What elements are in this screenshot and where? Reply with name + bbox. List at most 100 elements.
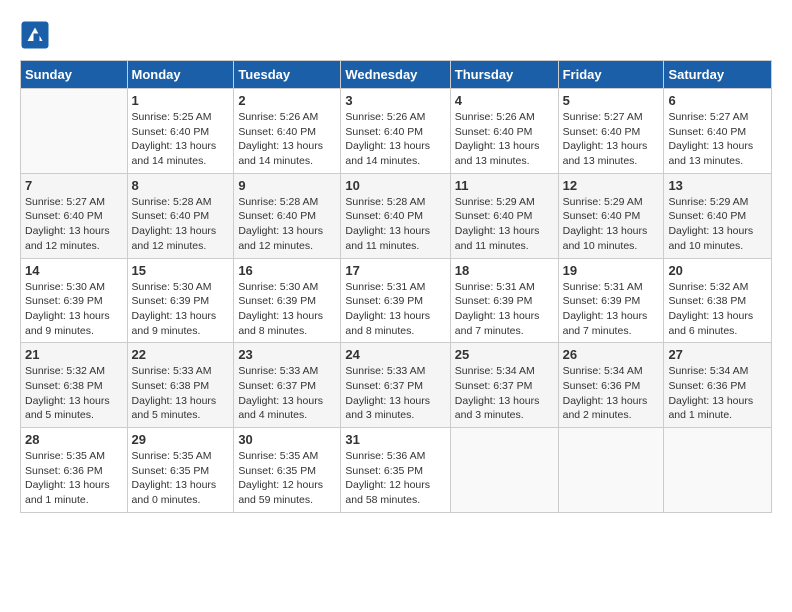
- day-info: Sunrise: 5:35 AM Sunset: 6:35 PM Dayligh…: [132, 449, 230, 508]
- day-info: Sunrise: 5:28 AM Sunset: 6:40 PM Dayligh…: [345, 195, 445, 254]
- day-number: 14: [25, 263, 123, 278]
- day-number: 2: [238, 93, 336, 108]
- calendar-cell: 30 Sunrise: 5:35 AM Sunset: 6:35 PM Dayli…: [234, 428, 341, 513]
- calendar-cell: 31 Sunrise: 5:36 AM Sunset: 6:35 PM Dayli…: [341, 428, 450, 513]
- day-number: 8: [132, 178, 230, 193]
- day-number: 9: [238, 178, 336, 193]
- day-info: Sunrise: 5:31 AM Sunset: 6:39 PM Dayligh…: [345, 280, 445, 339]
- calendar-cell: 16Sunrise: 5:30 AM Sunset: 6:39 PM Dayli…: [234, 258, 341, 343]
- day-info: Sunrise: 5:33 AM Sunset: 6:37 PM Dayligh…: [345, 364, 445, 423]
- calendar-cell: 6 Sunrise: 5:27 AM Sunset: 6:40 PM Daylig…: [664, 89, 772, 174]
- calendar-cell: 28 Sunrise: 5:35 AM Sunset: 6:36 PM Dayli…: [21, 428, 128, 513]
- calendar-cell: 19 Sunrise: 5:31 AM Sunset: 6:39 PM Dayli…: [558, 258, 664, 343]
- day-info: Sunrise: 5:30 AM Sunset: 6:39 PM Dayligh…: [25, 280, 123, 339]
- col-header-thursday: Thursday: [450, 61, 558, 89]
- day-info: Sunrise: 5:29 AM Sunset: 6:40 PM Dayligh…: [455, 195, 554, 254]
- col-header-saturday: Saturday: [664, 61, 772, 89]
- calendar-cell: 23Sunrise: 5:33 AM Sunset: 6:37 PM Dayli…: [234, 343, 341, 428]
- col-header-monday: Monday: [127, 61, 234, 89]
- day-number: 19: [563, 263, 660, 278]
- calendar-week-2: 7Sunrise: 5:27 AM Sunset: 6:40 PM Daylig…: [21, 173, 772, 258]
- day-info: Sunrise: 5:35 AM Sunset: 6:35 PM Dayligh…: [238, 449, 336, 508]
- calendar-cell: 24 Sunrise: 5:33 AM Sunset: 6:37 PM Dayli…: [341, 343, 450, 428]
- calendar-header-row: SundayMondayTuesdayWednesdayThursdayFrid…: [21, 61, 772, 89]
- day-info: Sunrise: 5:34 AM Sunset: 6:36 PM Dayligh…: [668, 364, 767, 423]
- day-number: 10: [345, 178, 445, 193]
- calendar-cell: 7Sunrise: 5:27 AM Sunset: 6:40 PM Daylig…: [21, 173, 128, 258]
- logo-icon: [20, 20, 50, 50]
- day-info: Sunrise: 5:34 AM Sunset: 6:37 PM Dayligh…: [455, 364, 554, 423]
- day-info: Sunrise: 5:29 AM Sunset: 6:40 PM Dayligh…: [563, 195, 660, 254]
- calendar-cell: 4 Sunrise: 5:26 AM Sunset: 6:40 PM Daylig…: [450, 89, 558, 174]
- calendar-cell: 29 Sunrise: 5:35 AM Sunset: 6:35 PM Dayli…: [127, 428, 234, 513]
- calendar-week-3: 14 Sunrise: 5:30 AM Sunset: 6:39 PM Dayli…: [21, 258, 772, 343]
- col-header-tuesday: Tuesday: [234, 61, 341, 89]
- day-number: 17: [345, 263, 445, 278]
- page-header: [20, 20, 772, 50]
- calendar-cell: 20Sunrise: 5:32 AM Sunset: 6:38 PM Dayli…: [664, 258, 772, 343]
- calendar-cell: 1 Sunrise: 5:25 AM Sunset: 6:40 PM Daylig…: [127, 89, 234, 174]
- day-number: 5: [563, 93, 660, 108]
- calendar-table: SundayMondayTuesdayWednesdayThursdayFrid…: [20, 60, 772, 513]
- calendar-cell: 22 Sunrise: 5:33 AM Sunset: 6:38 PM Dayli…: [127, 343, 234, 428]
- calendar-week-1: 1 Sunrise: 5:25 AM Sunset: 6:40 PM Daylig…: [21, 89, 772, 174]
- col-header-wednesday: Wednesday: [341, 61, 450, 89]
- day-info: Sunrise: 5:27 AM Sunset: 6:40 PM Dayligh…: [563, 110, 660, 169]
- calendar-cell: 3 Sunrise: 5:26 AM Sunset: 6:40 PM Daylig…: [341, 89, 450, 174]
- day-info: Sunrise: 5:29 AM Sunset: 6:40 PM Dayligh…: [668, 195, 767, 254]
- day-number: 29: [132, 432, 230, 447]
- day-number: 18: [455, 263, 554, 278]
- day-number: 31: [345, 432, 445, 447]
- calendar-cell: 18 Sunrise: 5:31 AM Sunset: 6:39 PM Dayli…: [450, 258, 558, 343]
- calendar-cell: 9 Sunrise: 5:28 AM Sunset: 6:40 PM Daylig…: [234, 173, 341, 258]
- day-number: 1: [132, 93, 230, 108]
- day-info: Sunrise: 5:33 AM Sunset: 6:38 PM Dayligh…: [132, 364, 230, 423]
- day-info: Sunrise: 5:25 AM Sunset: 6:40 PM Dayligh…: [132, 110, 230, 169]
- day-info: Sunrise: 5:31 AM Sunset: 6:39 PM Dayligh…: [563, 280, 660, 339]
- calendar-cell: 10 Sunrise: 5:28 AM Sunset: 6:40 PM Dayli…: [341, 173, 450, 258]
- day-number: 25: [455, 347, 554, 362]
- calendar-cell: 8Sunrise: 5:28 AM Sunset: 6:40 PM Daylig…: [127, 173, 234, 258]
- day-number: 30: [238, 432, 336, 447]
- day-info: Sunrise: 5:30 AM Sunset: 6:39 PM Dayligh…: [132, 280, 230, 339]
- day-info: Sunrise: 5:34 AM Sunset: 6:36 PM Dayligh…: [563, 364, 660, 423]
- day-number: 26: [563, 347, 660, 362]
- day-info: Sunrise: 5:35 AM Sunset: 6:36 PM Dayligh…: [25, 449, 123, 508]
- day-info: Sunrise: 5:26 AM Sunset: 6:40 PM Dayligh…: [345, 110, 445, 169]
- day-number: 11: [455, 178, 554, 193]
- day-number: 28: [25, 432, 123, 447]
- calendar-week-5: 28 Sunrise: 5:35 AM Sunset: 6:36 PM Dayli…: [21, 428, 772, 513]
- day-number: 27: [668, 347, 767, 362]
- day-info: Sunrise: 5:27 AM Sunset: 6:40 PM Dayligh…: [25, 195, 123, 254]
- day-number: 6: [668, 93, 767, 108]
- day-number: 24: [345, 347, 445, 362]
- day-number: 3: [345, 93, 445, 108]
- calendar-cell: 21Sunrise: 5:32 AM Sunset: 6:38 PM Dayli…: [21, 343, 128, 428]
- col-header-sunday: Sunday: [21, 61, 128, 89]
- day-number: 4: [455, 93, 554, 108]
- calendar-cell: [558, 428, 664, 513]
- day-number: 13: [668, 178, 767, 193]
- day-info: Sunrise: 5:30 AM Sunset: 6:39 PM Dayligh…: [238, 280, 336, 339]
- day-info: Sunrise: 5:32 AM Sunset: 6:38 PM Dayligh…: [25, 364, 123, 423]
- calendar-cell: 14 Sunrise: 5:30 AM Sunset: 6:39 PM Dayli…: [21, 258, 128, 343]
- day-info: Sunrise: 5:26 AM Sunset: 6:40 PM Dayligh…: [455, 110, 554, 169]
- day-number: 22: [132, 347, 230, 362]
- calendar-cell: 13 Sunrise: 5:29 AM Sunset: 6:40 PM Dayli…: [664, 173, 772, 258]
- calendar-cell: 15Sunrise: 5:30 AM Sunset: 6:39 PM Dayli…: [127, 258, 234, 343]
- calendar-cell: [664, 428, 772, 513]
- day-info: Sunrise: 5:26 AM Sunset: 6:40 PM Dayligh…: [238, 110, 336, 169]
- day-info: Sunrise: 5:33 AM Sunset: 6:37 PM Dayligh…: [238, 364, 336, 423]
- calendar-cell: 17 Sunrise: 5:31 AM Sunset: 6:39 PM Dayli…: [341, 258, 450, 343]
- calendar-cell: 12 Sunrise: 5:29 AM Sunset: 6:40 PM Dayli…: [558, 173, 664, 258]
- calendar-cell: 26 Sunrise: 5:34 AM Sunset: 6:36 PM Dayli…: [558, 343, 664, 428]
- day-info: Sunrise: 5:27 AM Sunset: 6:40 PM Dayligh…: [668, 110, 767, 169]
- logo: [20, 20, 54, 50]
- calendar-cell: 27 Sunrise: 5:34 AM Sunset: 6:36 PM Dayli…: [664, 343, 772, 428]
- day-number: 12: [563, 178, 660, 193]
- day-info: Sunrise: 5:31 AM Sunset: 6:39 PM Dayligh…: [455, 280, 554, 339]
- day-info: Sunrise: 5:36 AM Sunset: 6:35 PM Dayligh…: [345, 449, 445, 508]
- calendar-cell: 5 Sunrise: 5:27 AM Sunset: 6:40 PM Daylig…: [558, 89, 664, 174]
- calendar-cell: [21, 89, 128, 174]
- day-info: Sunrise: 5:28 AM Sunset: 6:40 PM Dayligh…: [238, 195, 336, 254]
